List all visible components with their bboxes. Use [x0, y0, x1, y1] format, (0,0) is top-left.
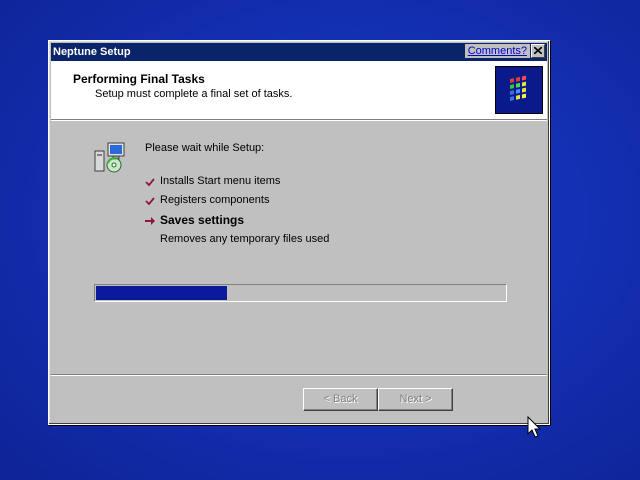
- comments-link[interactable]: Comments?: [464, 44, 530, 58]
- close-icon: [534, 47, 542, 54]
- intro-text: Please wait while Setup:: [145, 142, 265, 154]
- progress-bar: [94, 284, 507, 302]
- mouse-pointer-icon: [527, 416, 541, 438]
- task-label: Removes any temporary files used: [160, 233, 330, 245]
- setup-dialog: Neptune Setup Comments? Performing Final…: [48, 40, 550, 425]
- task-label: Saves settings: [160, 213, 245, 227]
- setup-computer-icon: [94, 141, 128, 175]
- task-label: Registers components: [160, 194, 270, 206]
- windows-logo-icon: [495, 66, 543, 114]
- back-button[interactable]: < Back: [303, 388, 378, 411]
- window-title: Neptune Setup: [53, 46, 131, 58]
- arrow-right-icon: [145, 217, 155, 225]
- progress-fill: [96, 286, 227, 300]
- title-bar[interactable]: Neptune Setup Comments?: [51, 43, 547, 61]
- next-button[interactable]: Next >: [378, 388, 453, 411]
- close-button[interactable]: [531, 44, 545, 58]
- header-panel: Performing Final Tasks Setup must comple…: [51, 61, 547, 120]
- page-subtitle: Setup must complete a final set of tasks…: [95, 88, 293, 100]
- page-title: Performing Final Tasks: [73, 72, 205, 86]
- header-divider: [51, 120, 547, 121]
- checkmark-icon: [145, 197, 155, 206]
- checkmark-icon: [145, 178, 155, 187]
- task-label: Installs Start menu items: [160, 175, 281, 187]
- footer-divider: [51, 374, 547, 376]
